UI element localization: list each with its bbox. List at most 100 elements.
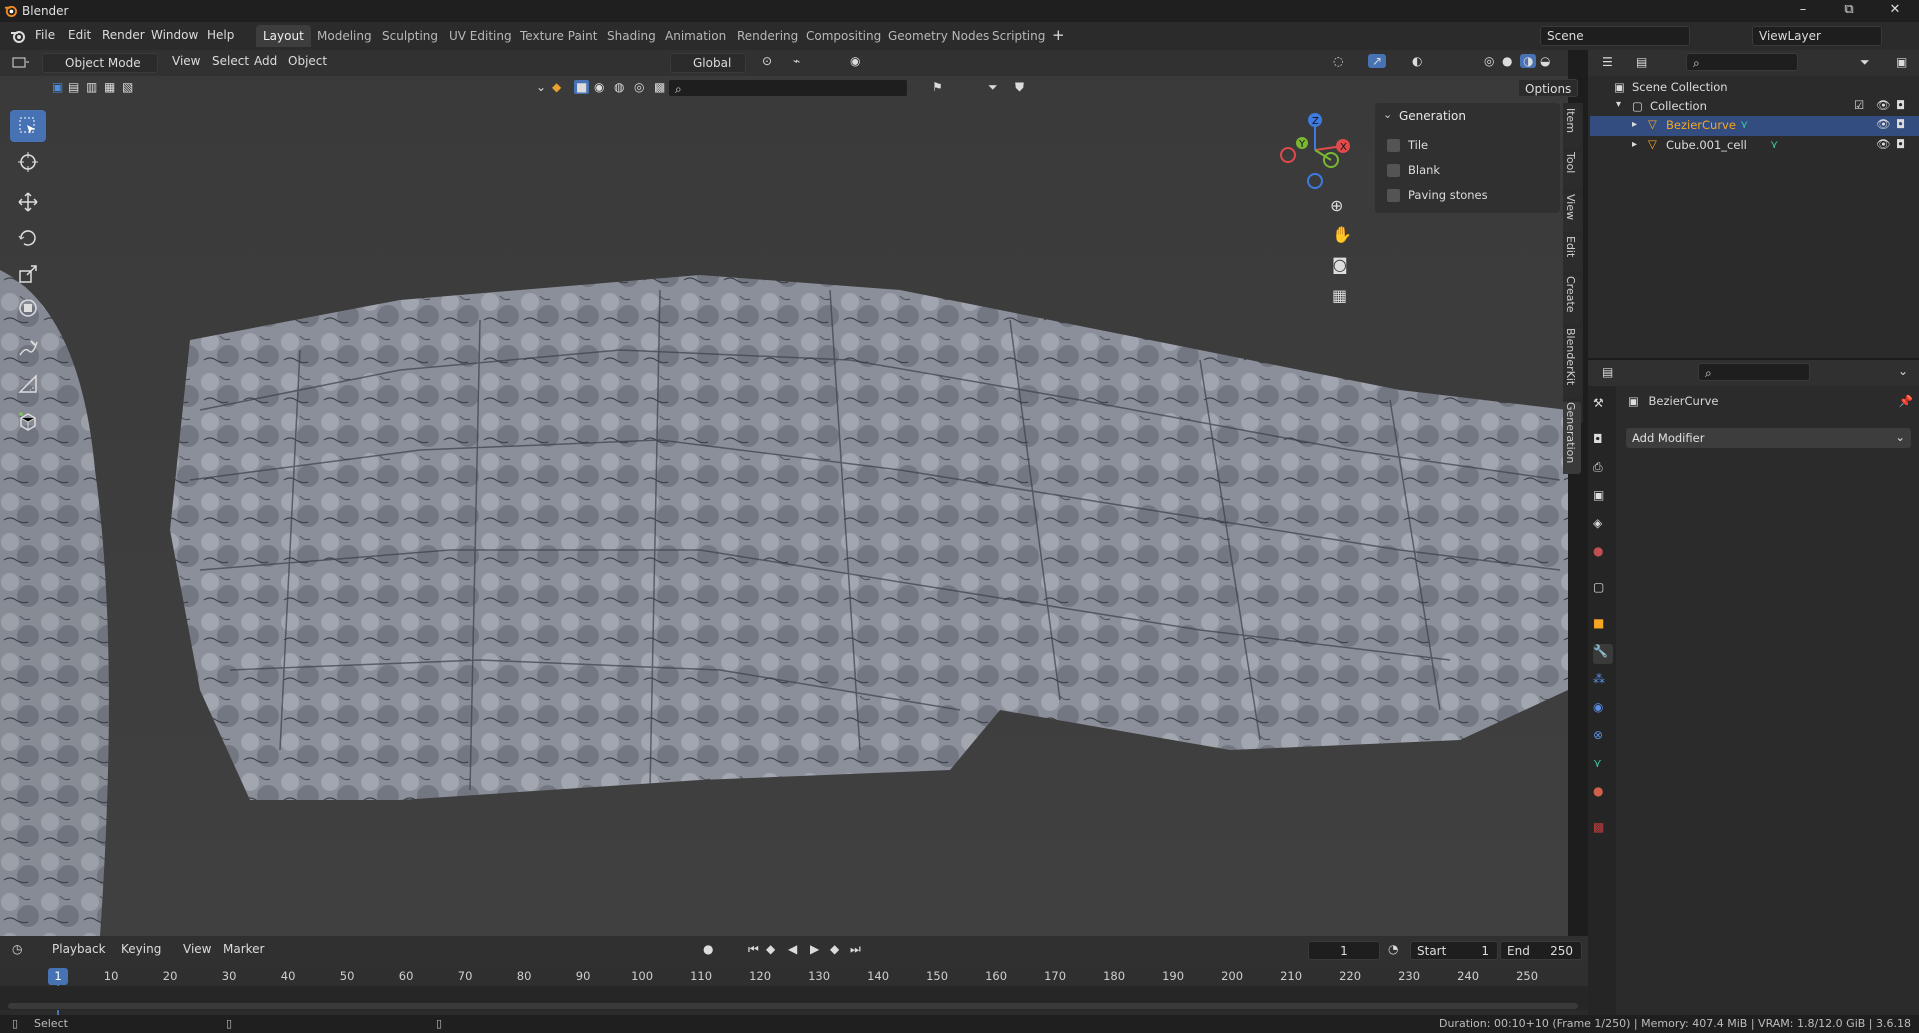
collection-tab-icon[interactable]: ▢ [1593, 580, 1613, 600]
tab-compositing[interactable]: Compositing [799, 25, 888, 47]
navigation-gizmo[interactable]: Z X Y [1275, 110, 1355, 190]
tab-texture-paint[interactable]: Texture Paint [513, 25, 604, 47]
tool-tab-icon[interactable]: ⚒ [1593, 396, 1613, 416]
expand-arrow-icon[interactable]: ▾ [1616, 99, 1621, 110]
object-mode-dropdown[interactable]: Object Mode [42, 53, 158, 73]
checkbox-paving-stones[interactable]: Paving stones [1387, 188, 1488, 202]
expand-arrow-icon[interactable]: ▸ [1632, 139, 1637, 150]
editor-type-icon[interactable] [12, 56, 30, 70]
tab-view[interactable]: View [1563, 194, 1581, 232]
asset-search-input[interactable]: ⌕ [668, 79, 908, 97]
properties-options-icon[interactable]: ⌄ [1898, 364, 1908, 378]
select-invert-icon[interactable]: ▦ [104, 80, 115, 94]
menu-view[interactable]: View [172, 54, 200, 68]
menu-marker[interactable]: Marker [223, 942, 264, 956]
select-extend-icon[interactable]: ▤ [68, 80, 79, 94]
menu-keying[interactable]: Keying [121, 942, 161, 956]
asset-material-icon[interactable]: ◉ [594, 80, 604, 94]
menu-render[interactable]: Render [102, 28, 145, 42]
scene-tab-icon[interactable]: ◈ [1593, 516, 1613, 536]
menu-help[interactable]: Help [207, 28, 234, 42]
use-preview-range-icon[interactable]: ◔ [1388, 942, 1398, 956]
next-keyframe-icon[interactable]: ◆ [830, 942, 839, 956]
menu-window[interactable]: Window [151, 28, 198, 42]
transform-orientation-dropdown[interactable]: Global [670, 53, 746, 73]
blenderkit-icon[interactable]: ◆ [552, 80, 561, 94]
camera-view-icon[interactable]: ◙ [1332, 255, 1348, 274]
rotate-tool-button[interactable] [10, 222, 46, 254]
pivot-icon[interactable]: ⊙ [762, 54, 772, 68]
checkbox-blank[interactable]: Blank [1387, 163, 1440, 177]
pan-hand-icon[interactable]: ✋ [1332, 225, 1352, 244]
add-modifier-button[interactable]: Add Modifier ⌄ [1626, 428, 1911, 448]
tab-blenderkit[interactable]: BlenderKit [1563, 328, 1581, 398]
jump-end-icon[interactable]: ⏭ [850, 942, 861, 957]
view-layer-tab-icon[interactable]: ▣ [1593, 488, 1613, 508]
filter-icon[interactable]: ⏷ [988, 80, 998, 95]
outliner-row-beziercurve[interactable]: ▸ ▽ BezierCurve ⋎ 👁 ◘ [1590, 116, 1919, 136]
move-tool-button[interactable] [10, 186, 46, 218]
new-collection-icon[interactable]: ▣ [1896, 55, 1907, 69]
data-tab-icon[interactable]: ⋎ [1593, 756, 1613, 776]
tab-shading[interactable]: Shading [600, 25, 663, 47]
cursor-tool-button[interactable] [10, 146, 46, 178]
material-tab-icon[interactable]: ● [1593, 784, 1613, 804]
eye-icon[interactable]: 👁 [1876, 98, 1891, 112]
select-box-mode-icon[interactable]: ▣ [52, 80, 63, 94]
add-workspace-button[interactable]: + [1052, 26, 1065, 44]
close-window-button[interactable]: ✕ [1872, 0, 1918, 22]
proportional-edit-icon[interactable]: ◉ [850, 54, 860, 68]
play-icon[interactable]: ▶ [810, 942, 819, 956]
select-subtract-icon[interactable]: ▥ [86, 80, 97, 94]
eye-icon[interactable]: 👁 [1876, 137, 1891, 151]
prev-keyframe-icon[interactable]: ◆ [766, 942, 775, 956]
visibility-icon[interactable]: ◌ [1333, 54, 1343, 68]
menu-playback[interactable]: Playback [52, 942, 106, 956]
gizmo-toggle-icon[interactable]: ↗ [1368, 54, 1387, 68]
asset-brush-icon[interactable]: ▩ [654, 80, 665, 94]
menu-view[interactable]: View [183, 942, 211, 956]
measure-tool-button[interactable] [10, 368, 46, 400]
tab-rendering[interactable]: Rendering [730, 25, 805, 47]
outliner-row-collection[interactable]: ▾ ▢ Collection ☑ 👁 ◘ [1590, 97, 1919, 117]
output-tab-icon[interactable]: ⎙ [1593, 460, 1613, 480]
current-frame-field[interactable]: 1 [1308, 941, 1380, 960]
end-frame-field[interactable]: End 250 [1500, 941, 1582, 960]
asset-scene-icon[interactable]: ◍ [614, 80, 624, 94]
shield-icon[interactable]: ⛊ [1015, 80, 1024, 95]
bookmark-icon[interactable]: ⚑ [932, 80, 943, 94]
select-intersect-icon[interactable]: ▧ [122, 80, 133, 94]
transform-tool-button[interactable] [10, 292, 46, 324]
material-shading-icon[interactable]: ◑ [1520, 54, 1537, 68]
expand-arrow-icon[interactable]: ▸ [1632, 119, 1637, 130]
asset-model-icon[interactable]: ■ [574, 80, 590, 94]
add-cube-tool-button[interactable] [10, 406, 46, 438]
minimize-button[interactable]: – [1780, 0, 1826, 22]
scene-selector[interactable]: Scene [1540, 26, 1690, 46]
tab-item[interactable]: Item [1563, 108, 1581, 148]
perspective-grid-icon[interactable]: ▦ [1332, 286, 1347, 305]
menu-object[interactable]: Object [288, 54, 327, 68]
camera-render-icon[interactable]: ◘ [1896, 137, 1905, 151]
exclude-checkbox-icon[interactable]: ☑ [1854, 98, 1864, 112]
tab-edit[interactable]: Edit [1563, 236, 1581, 272]
outliner-search-input[interactable]: ⌕ [1686, 53, 1798, 71]
zoom-icon[interactable]: ⊕ [1330, 196, 1343, 215]
tab-modeling[interactable]: Modeling [310, 25, 379, 47]
object-tab-icon[interactable]: ■ [1593, 616, 1613, 636]
play-reverse-icon[interactable]: ◀ [788, 942, 797, 956]
render-tab-icon[interactable]: ◘ [1593, 432, 1613, 452]
tab-layout[interactable]: Layout [256, 25, 311, 47]
view-layer-selector[interactable]: ViewLayer [1752, 26, 1882, 46]
snap-icon[interactable]: ⌁ [793, 54, 800, 68]
filter-dropdown-icon[interactable]: ⌄ [536, 80, 546, 94]
start-frame-field[interactable]: Start 1 [1410, 941, 1498, 960]
solid-shading-icon[interactable]: ● [1502, 54, 1512, 68]
tab-uv-editing[interactable]: UV Editing [442, 25, 519, 47]
tab-generation[interactable]: Generation [1563, 402, 1581, 474]
checkbox-box[interactable] [1387, 163, 1400, 177]
checkbox-box[interactable] [1387, 138, 1400, 152]
modifier-tab-icon[interactable]: 🔧 [1593, 644, 1613, 664]
menu-edit[interactable]: Edit [68, 28, 91, 42]
physics-tab-icon[interactable]: ◉ [1593, 700, 1613, 720]
